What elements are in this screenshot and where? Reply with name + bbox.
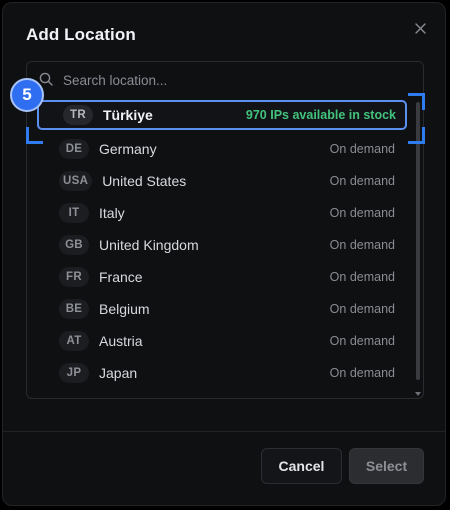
country-name: Germany	[99, 141, 157, 157]
country-name: Italy	[99, 205, 125, 221]
step-number-badge: 5	[10, 78, 44, 112]
country-name: Austria	[99, 333, 143, 349]
location-list: TR Türkiye 970 IPs available in stock DE Ger…	[27, 100, 415, 398]
availability-status: On demand	[329, 270, 395, 284]
highlight-corner-bottom-right	[408, 127, 425, 144]
location-row[interactable]: FR France On demand	[39, 262, 405, 292]
highlight-corner-bottom-left	[26, 127, 43, 144]
location-row[interactable]: BE Belgium On demand	[39, 294, 405, 324]
location-row[interactable]: DE Germany On demand	[39, 134, 405, 164]
select-button[interactable]: Select	[349, 448, 424, 484]
country-code-badge: AT	[59, 331, 89, 351]
country-name: United Kingdom	[99, 237, 199, 253]
country-code-badge: BE	[59, 299, 89, 319]
availability-status: On demand	[329, 334, 395, 348]
country-name: Belgium	[99, 301, 150, 317]
dialog-title: Add Location	[26, 25, 136, 44]
country-name: France	[99, 269, 143, 285]
close-button[interactable]	[411, 19, 429, 37]
location-panel: TR Türkiye 970 IPs available in stock DE Ger…	[26, 61, 424, 399]
country-code-badge: IT	[59, 203, 89, 223]
availability-status: On demand	[329, 142, 395, 156]
search-bar	[27, 62, 423, 98]
location-row-selected[interactable]: TR Türkiye 970 IPs available in stock	[37, 100, 407, 130]
country-name: Türkiye	[103, 107, 153, 123]
highlight-corner-top-right	[408, 93, 425, 110]
country-code-badge: GB	[59, 235, 89, 255]
availability-status: On demand	[329, 302, 395, 316]
location-row[interactable]: GB United Kingdom On demand	[39, 230, 405, 260]
availability-status: On demand	[329, 238, 395, 252]
country-name: United States	[102, 173, 187, 189]
cancel-button[interactable]: Cancel	[261, 448, 342, 484]
country-code-badge: FR	[59, 267, 89, 287]
location-row[interactable]: AT Austria On demand	[39, 326, 405, 356]
country-code-badge: JP	[59, 363, 89, 383]
chevron-down-icon[interactable]	[415, 392, 421, 396]
country-code-badge: DE	[59, 139, 89, 159]
location-row[interactable]: USA United States On demand	[39, 166, 405, 196]
availability-status: On demand	[329, 174, 395, 188]
availability-status: On demand	[329, 366, 395, 380]
country-code-badge: TR	[63, 105, 93, 125]
availability-status: 970 IPs available in stock	[245, 108, 396, 122]
search-icon	[39, 72, 53, 86]
country-code-badge: USA	[59, 171, 93, 191]
close-icon	[414, 22, 426, 34]
search-input[interactable]	[63, 68, 393, 92]
location-row[interactable]: JP Japan On demand	[39, 358, 405, 388]
add-location-dialog: Add Location TR Türkiye 970 IPs available …	[2, 2, 446, 506]
location-row[interactable]: IT Italy On demand	[39, 198, 405, 228]
availability-status: On demand	[329, 206, 395, 220]
country-name: Japan	[99, 365, 138, 381]
footer-divider	[3, 431, 445, 432]
